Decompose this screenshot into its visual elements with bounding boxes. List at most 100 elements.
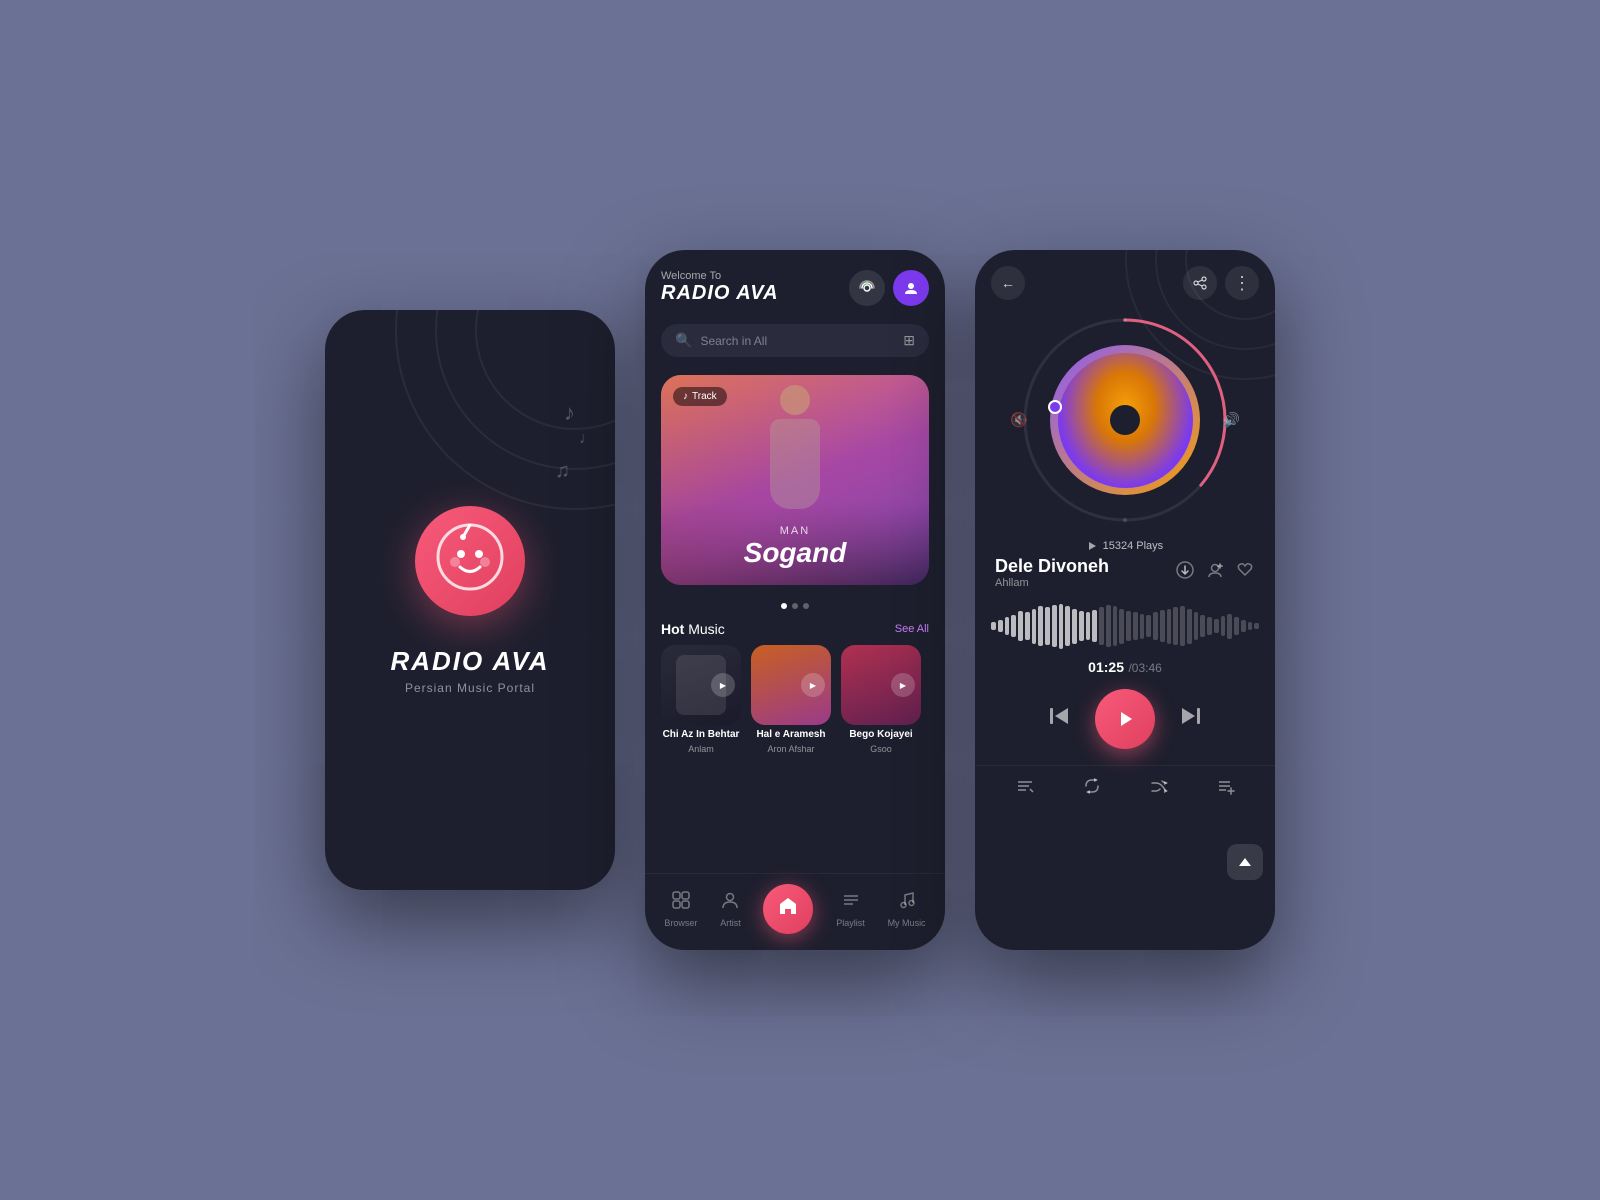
featured-track-card[interactable]: ♪ Track MAN Sogand	[661, 375, 929, 585]
waveform[interactable]	[975, 601, 1275, 651]
track-artist-name: Ahllam	[995, 577, 1175, 589]
back-icon: ←	[1001, 275, 1015, 291]
splash-logo	[415, 506, 525, 616]
waveform-bar-21	[1133, 612, 1138, 640]
bottom-navigation: Browser Artist	[645, 873, 945, 950]
screens-container: ♪ ♩ ♫	[265, 190, 1335, 1010]
waveform-bar-23	[1146, 615, 1151, 637]
featured-track-info: MAN Sogand	[661, 525, 929, 569]
play-pause-button[interactable]	[1095, 689, 1155, 749]
music-note-3: ♫	[555, 460, 570, 483]
nav-mymusic[interactable]: My Music	[888, 890, 926, 928]
track-title: Dele Divoneh	[995, 556, 1175, 577]
waveform-bar-20	[1126, 611, 1131, 641]
more-button[interactable]: ⋮	[1225, 266, 1259, 300]
like-button[interactable]	[1235, 560, 1255, 585]
curve-1	[475, 310, 615, 430]
user-icon-button[interactable]	[893, 270, 929, 306]
prev-button[interactable]	[1047, 704, 1071, 734]
waveform-bar-18	[1113, 606, 1118, 646]
filter-icon[interactable]: ⊞	[903, 332, 915, 349]
dot-3[interactable]	[803, 603, 809, 609]
add-queue-button[interactable]	[1216, 776, 1236, 801]
search-input[interactable]: Search in All	[700, 334, 895, 348]
header-icons	[849, 270, 929, 306]
track-play-btn-3[interactable]: ▶	[891, 673, 915, 697]
splash-logo-face	[435, 522, 505, 600]
search-icon: 🔍	[675, 332, 692, 349]
track-thumb-2: ▶	[751, 645, 831, 725]
hot-label: Hot	[661, 621, 684, 637]
header-title-block: Welcome To RADIO AVA	[661, 270, 779, 305]
see-all-button[interactable]: See All	[895, 623, 929, 635]
player-controls	[975, 689, 1275, 749]
nav-home-button[interactable]	[763, 884, 813, 934]
waveform-bar-8	[1045, 607, 1050, 645]
waveform-bar-10	[1059, 604, 1064, 649]
waveform-bar-7	[1038, 606, 1043, 646]
progress-indicator-dot[interactable]	[1048, 400, 1062, 414]
nav-browser[interactable]: Browser	[664, 890, 697, 928]
hot-music-grid: ▶ Chi Az In Behtar Anlam ▶ Hal e Aramesh…	[645, 645, 945, 754]
track-info: Dele Divoneh Ahllam	[975, 556, 1275, 589]
home-icon	[777, 895, 799, 923]
waveform-bar-9	[1052, 605, 1057, 647]
featured-track-title: Sogand	[661, 537, 929, 569]
track-card-3[interactable]: ▶ Bego Kojayei Gsoo	[841, 645, 921, 754]
music-note-2: ♩	[579, 430, 595, 448]
chevron-up-icon	[1237, 854, 1253, 870]
search-bar[interactable]: 🔍 Search in All ⊞	[661, 324, 929, 357]
more-icon: ⋮	[1233, 273, 1251, 294]
track-card-1[interactable]: ▶ Chi Az In Behtar Anlam	[661, 645, 741, 754]
scroll-up-button[interactable]	[1227, 844, 1263, 880]
waveform-bar-22	[1140, 614, 1145, 639]
repeat-button[interactable]	[1082, 776, 1102, 801]
waveform-bar-19	[1119, 609, 1124, 644]
mymusic-icon	[897, 890, 917, 915]
next-button[interactable]	[1179, 704, 1203, 734]
waveform-bar-39	[1254, 623, 1259, 629]
waveform-bar-24	[1153, 612, 1158, 640]
volume-high-icon[interactable]: 🔊	[1223, 412, 1240, 429]
mymusic-label: My Music	[888, 918, 926, 928]
browser-icon	[671, 890, 691, 915]
radio-icon-button[interactable]	[849, 270, 885, 306]
lyrics-button[interactable]	[1015, 776, 1035, 801]
volume-low-icon[interactable]: 🔇	[1010, 412, 1027, 429]
header-welcome: Welcome To	[661, 270, 779, 282]
home-header: Welcome To RADIO AVA	[645, 250, 945, 316]
album-art-container: 🔇 🔊	[1015, 310, 1235, 530]
dot-1[interactable]	[781, 603, 787, 609]
download-button[interactable]	[1175, 560, 1195, 585]
track-play-btn-2[interactable]: ▶	[801, 673, 825, 697]
waveform-bar-6	[1032, 609, 1037, 644]
track-thumb-1: ▶	[661, 645, 741, 725]
waveform-bar-15	[1092, 610, 1097, 642]
track-name-block: Dele Divoneh Ahllam	[995, 556, 1175, 589]
nav-playlist[interactable]: Playlist	[836, 890, 865, 928]
time-total: /03:46	[1128, 661, 1161, 675]
home-screen: Welcome To RADIO AVA	[645, 250, 945, 950]
dot-2[interactable]	[792, 603, 798, 609]
back-button[interactable]: ←	[991, 266, 1025, 300]
music-note-badge-icon: ♪	[683, 391, 688, 402]
add-to-playlist-button[interactable]	[1205, 560, 1225, 585]
music-label: Music	[688, 621, 725, 637]
track-card-2[interactable]: ▶ Hal e Aramesh Aron Afshar	[751, 645, 831, 754]
time-display: 01:25 /03:46	[975, 659, 1275, 677]
album-center-dot	[1110, 405, 1140, 435]
artist-icon	[720, 890, 740, 915]
playlist-label: Playlist	[836, 918, 865, 928]
badge-label: Track	[692, 391, 717, 402]
shuffle-button[interactable]	[1149, 776, 1169, 801]
nav-artist[interactable]: Artist	[720, 890, 741, 928]
time-current: 01:25	[1088, 659, 1124, 675]
waveform-bar-30	[1194, 612, 1199, 640]
share-button[interactable]	[1183, 266, 1217, 300]
playlist-icon	[841, 890, 861, 915]
waveform-bar-11	[1065, 606, 1070, 646]
track-play-btn-1[interactable]: ▶	[711, 673, 735, 697]
track-artist-3: Gsoo	[841, 744, 921, 754]
waveform-bar-26	[1167, 609, 1172, 644]
player-header-right: ⋮	[1183, 266, 1259, 300]
